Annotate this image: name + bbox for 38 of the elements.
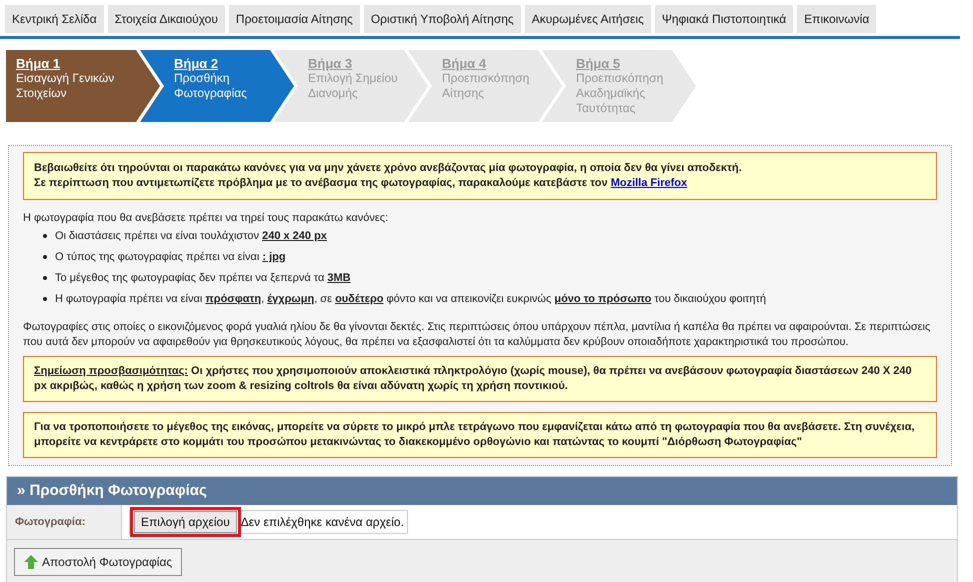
nav-tab[interactable]: Στοιχεία Δικαιούχου bbox=[108, 5, 225, 33]
step-number: Βήμα 5 bbox=[576, 56, 620, 71]
upload-photo-button[interactable]: Αποστολή Φωτογραφίας bbox=[14, 548, 182, 576]
nav-tab[interactable]: Επικοινωνία bbox=[797, 5, 876, 33]
nav-tab[interactable]: Ψηφιακά Πιστοποιητικά bbox=[654, 5, 794, 33]
step-label: Προεπισκόπηση Ακαδημαϊκής Ταυτότητας bbox=[576, 71, 664, 116]
rule-text: Ο τύπος της φωτογραφίας πρέπει να είναι : jpg bbox=[55, 250, 286, 264]
step-label: Προεπισκόπηση Αίτησης bbox=[442, 71, 530, 101]
bullet-icon bbox=[43, 276, 47, 280]
step-label: Προσθήκη Φωτογραφίας bbox=[174, 71, 248, 101]
step-number: Βήμα 1 bbox=[16, 56, 60, 71]
choose-file-button[interactable]: Επιλογή αρχείου bbox=[134, 511, 237, 533]
step-number: Βήμα 4 bbox=[442, 56, 486, 71]
warning-message: Βεβαιωθείτε ότι τηρούνται οι παρακάτω κανόνες για να μην χάνετε χρόνο ανεβάζοντας μία φωτογραφία, η οποία δεν θα γίνει αποδεκτή. Σε περίπτωση που αντιμετωπίζετε πρόβλημα με το ανέβασμα της φωτογραφίας, παρακαλούμε κατεβάστε τον Mozilla Firefox bbox=[23, 152, 937, 200]
accessibility-note: Σημείωση προσβασιμότητας: Οι χρήστες που χρησιμοποιούν αποκλειστικά πληκτρολόγιο (χωρίς mouse), θα πρέπει να ανεβάσουν φωτογραφία διαστάσεων 240 X 240 px ακριβώς, καθώς η χρήση των zoom & resizing coltrols θα είναι αδύνατη χωρίς τη χρήση ποντικιού. bbox=[23, 356, 937, 402]
file-field[interactable]: Επιλογή αρχείου Δεν επιλέχθηκε κανένα αρχείο. bbox=[129, 510, 408, 534]
bullet-icon bbox=[43, 297, 47, 301]
step-number: Βήμα 2 bbox=[174, 56, 218, 71]
resize-note: Για να τροποποιήσετε το μέγεθος της εικόνας, μπορείτε να σύρετε το μικρό μπλε τετράγωνο που εμφανίζεται κάτω από τη φωτογραφία που θα ανεβάσετε. Στη συνέχεια, μπορείτε να κεντράρετε στο κομμάτι του προσώπου μετακινώντας το διακεκομμένο ορθογώνιο και πατώντας το κουμπί "Διόρθωση Φωτογραφίας" bbox=[23, 412, 937, 458]
nav-tab[interactable]: Προετοιμασία Αίτησης bbox=[228, 5, 360, 33]
step-label: Εισαγωγή Γενικών Στοιχείων bbox=[16, 71, 116, 101]
field-label: Φωτογραφία: bbox=[15, 514, 86, 530]
bullet-icon bbox=[43, 234, 47, 238]
step-label: Επιλογή Σημείου Διανομής bbox=[308, 71, 399, 101]
up-arrow-icon bbox=[24, 555, 38, 569]
nav-tab[interactable]: Ακυρωμένες Αιτήσεις bbox=[524, 5, 651, 33]
firefox-link[interactable]: Mozilla Firefox bbox=[610, 177, 688, 189]
nav-tab[interactable]: Κεντρική Σελίδα bbox=[5, 5, 104, 33]
bullet-icon bbox=[43, 255, 47, 259]
panel-title: » Προσθήκη Φωτογραφίας bbox=[17, 480, 207, 501]
step-number: Βήμα 3 bbox=[308, 56, 352, 71]
nav-tab[interactable]: Οριστική Υποβολή Αίτησης bbox=[364, 5, 521, 33]
rule-text: Το μέγεθος της φωτογραφίας δεν πρέπει να ξεπερνά τα 3MB bbox=[55, 271, 351, 285]
file-status: Δεν επιλέχθηκε κανένα αρχείο. bbox=[240, 514, 405, 531]
rule-text: Η φωτογραφία πρέπει να είναι πρόσφατη, έγχρωμη, σε ουδέτερο φόντο και να απεικονίζει ευκρινώς μόνο το πρόσωπο του δικαιούχου φοιτητή bbox=[55, 292, 766, 306]
rules-intro: Η φωτογραφία που θα ανεβάσετε πρέπει να τηρεί τους παρακάτω κανόνες: bbox=[23, 211, 390, 225]
rules-note: Φωτογραφίες στις οποίες ο εικονιζόμενος φορά γυαλιά ηλίου δε θα γίνονται δεκτές. Στις περιπτώσεις όπου υπάρχουν πέπλα, μαντίλια ή καπέλα θα πρέπει να αφαιρούνται. Σε περιπτώσεις που αυτά δεν μπορούν να αφαιρεθούν για θρησκευτικούς λόγους, θα πρέπει να εξασφαλιστεί ότι τα καλύμματα δεν κρύβουν οποιαδήποτε χαρακτηριστικά του προσώπου. bbox=[23, 320, 932, 350]
rule-text: Οι διαστάσεις πρέπει να είναι τουλάχιστον 240 x 240 px bbox=[55, 229, 327, 243]
